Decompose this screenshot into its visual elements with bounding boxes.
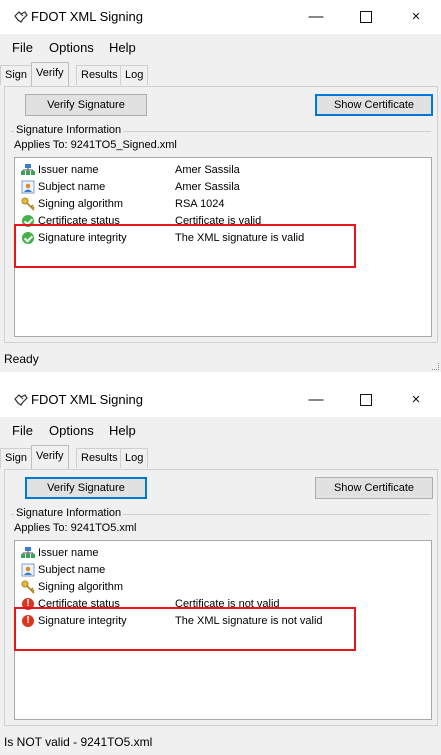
menu-file[interactable]: File xyxy=(12,40,33,55)
verify-signature-button[interactable]: Verify Signature xyxy=(25,477,147,499)
window-title: FDOT XML Signing xyxy=(31,9,143,24)
check-circle-icon xyxy=(22,232,34,244)
close-button[interactable]: × xyxy=(396,4,436,30)
app-icon xyxy=(14,11,28,23)
row-value: Certificate is not valid xyxy=(175,598,280,610)
list-row-algorithm[interactable]: Signing algorithm RSA 1024 xyxy=(21,196,421,212)
row-name: Certificate status xyxy=(38,598,120,610)
tab-sign[interactable]: Sign xyxy=(0,448,33,468)
signature-info-list[interactable]: Issuer name Amer Sassila Subject name Am… xyxy=(14,157,432,337)
tab-sign[interactable]: Sign xyxy=(0,65,33,85)
list-row-certificate-status[interactable]: ! Certificate status Certificate is not … xyxy=(21,596,421,612)
row-name: Certificate status xyxy=(38,215,120,227)
verify-panel: Verify Signature Show Certificate Signat… xyxy=(4,469,438,726)
row-name: Issuer name xyxy=(38,547,99,559)
status-text: Is NOT valid - 9241TO5.xml xyxy=(4,735,153,749)
close-icon: × xyxy=(411,8,421,25)
maximize-button[interactable] xyxy=(346,387,386,413)
tab-strip: Sign Verify Results Log xyxy=(0,445,441,469)
minimize-button[interactable]: — xyxy=(296,387,336,413)
row-name: Issuer name xyxy=(38,164,99,176)
list-row-issuer[interactable]: Issuer name Amer Sassila xyxy=(21,162,421,178)
tab-strip: Sign Verify Results Log xyxy=(0,62,441,86)
minimize-icon: — xyxy=(308,8,324,25)
subject-icon xyxy=(21,180,35,194)
menu-options[interactable]: Options xyxy=(49,40,94,55)
tab-results[interactable]: Results xyxy=(76,448,123,468)
menu-bar: File Options Help xyxy=(0,420,441,442)
menu-file[interactable]: File xyxy=(12,423,33,438)
tab-verify[interactable]: Verify xyxy=(31,62,69,86)
list-row-subject[interactable]: Subject name Amer Sassila xyxy=(21,179,421,195)
verify-signature-button[interactable]: Verify Signature xyxy=(25,94,147,116)
close-button[interactable]: × xyxy=(396,387,436,413)
menu-help[interactable]: Help xyxy=(109,40,136,55)
app-icon xyxy=(14,394,28,406)
status-bar: Is NOT valid - 9241TO5.xml xyxy=(0,729,441,755)
list-row-signature-integrity[interactable]: ! Signature integrity The XML signature … xyxy=(21,613,421,629)
applies-to-label: Applies To: 9241TO5_Signed.xml xyxy=(14,139,177,151)
title-bar[interactable]: FDOT XML Signing — × xyxy=(0,0,441,34)
minimize-icon: — xyxy=(308,391,324,408)
menu-bar: File Options Help xyxy=(0,37,441,59)
row-value: Amer Sassila xyxy=(175,181,240,193)
row-name: Subject name xyxy=(38,564,106,576)
issuer-icon xyxy=(21,547,35,558)
list-row-issuer[interactable]: Issuer name xyxy=(21,545,421,561)
key-icon xyxy=(21,580,35,594)
signature-info-group-label: Signature Information xyxy=(14,507,124,519)
status-bar: Ready xyxy=(0,346,441,372)
close-icon: × xyxy=(411,391,421,408)
minimize-button[interactable]: — xyxy=(296,4,336,30)
row-value: Amer Sassila xyxy=(175,164,240,176)
resize-grip-icon[interactable] xyxy=(432,363,439,370)
list-row-algorithm[interactable]: Signing algorithm xyxy=(21,579,421,595)
row-name: Signing algorithm xyxy=(38,581,123,593)
menu-options[interactable]: Options xyxy=(49,423,94,438)
list-row-signature-integrity[interactable]: Signature integrity The XML signature is… xyxy=(21,230,421,246)
applies-to-label: Applies To: 9241TO5.xml xyxy=(14,522,137,534)
tab-log[interactable]: Log xyxy=(120,65,149,85)
row-value: The XML signature is not valid xyxy=(175,615,323,627)
menu-help[interactable]: Help xyxy=(109,423,136,438)
check-circle-icon xyxy=(22,215,34,227)
signature-info-list[interactable]: Issuer name Subject name Signing algorit… xyxy=(14,540,432,720)
verify-panel: Verify Signature Show Certificate Signat… xyxy=(4,86,438,343)
tab-results[interactable]: Results xyxy=(76,65,123,85)
row-name: Signature integrity xyxy=(38,615,127,627)
maximize-button[interactable] xyxy=(346,4,386,30)
show-certificate-button[interactable]: Show Certificate xyxy=(315,94,433,116)
tab-log[interactable]: Log xyxy=(120,448,149,468)
window-verify-valid: FDOT XML Signing — × File Options Help S… xyxy=(0,0,441,372)
separator xyxy=(0,372,441,383)
error-circle-icon: ! xyxy=(22,598,34,610)
window-verify-invalid: FDOT XML Signing — × File Options Help S… xyxy=(0,383,441,755)
row-name: Signature integrity xyxy=(38,232,127,244)
row-value: RSA 1024 xyxy=(175,198,225,210)
row-value: Certificate is valid xyxy=(175,215,262,227)
list-row-subject[interactable]: Subject name xyxy=(21,562,421,578)
status-text: Ready xyxy=(4,352,39,366)
issuer-icon xyxy=(21,164,35,175)
maximize-icon xyxy=(360,11,372,24)
window-title: FDOT XML Signing xyxy=(31,392,143,407)
list-row-certificate-status[interactable]: Certificate status Certificate is valid xyxy=(21,213,421,229)
subject-icon xyxy=(21,563,35,577)
show-certificate-button[interactable]: Show Certificate xyxy=(315,477,433,499)
title-bar[interactable]: FDOT XML Signing — × xyxy=(0,383,441,417)
maximize-icon xyxy=(360,394,372,407)
error-circle-icon: ! xyxy=(22,615,34,627)
signature-info-group-label: Signature Information xyxy=(14,124,124,136)
row-name: Subject name xyxy=(38,181,106,193)
tab-verify[interactable]: Verify xyxy=(31,445,69,469)
key-icon xyxy=(21,197,35,211)
row-name: Signing algorithm xyxy=(38,198,123,210)
row-value: The XML signature is valid xyxy=(175,232,305,244)
